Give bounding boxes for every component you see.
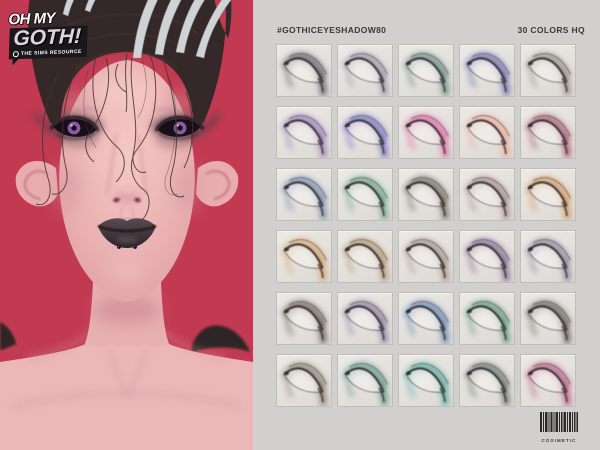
swatch-3 (398, 44, 454, 97)
swatch-6 (276, 106, 332, 159)
eyeshadow-swatch-art (277, 355, 331, 406)
swatch-12 (337, 168, 393, 221)
eyeshadow-swatch-art (399, 45, 453, 96)
eyeshadow-swatch-art (399, 107, 453, 158)
eyeshadow-swatch-art (338, 107, 392, 158)
swatch-27 (337, 354, 393, 407)
swatch-19 (459, 230, 515, 283)
swatch-20 (520, 230, 576, 283)
tsr-logo-icon (13, 51, 19, 57)
eyeshadow-swatch-art (460, 45, 514, 96)
eyeshadow-swatch-art (399, 293, 453, 344)
logo-line2: GOTH! (13, 26, 83, 50)
swatch-23 (398, 292, 454, 345)
eyeshadow-swatch-art (460, 293, 514, 344)
swatch-7 (337, 106, 393, 159)
swatch-21 (276, 292, 332, 345)
eyeshadow-swatch-art (338, 355, 392, 406)
swatch-2 (337, 44, 393, 97)
swatch-24 (459, 292, 515, 345)
eyeshadow-swatch-art (460, 107, 514, 158)
swatch-grid (276, 44, 576, 407)
swatch-1 (276, 44, 332, 97)
eyeshadow-swatch-art (338, 45, 392, 96)
swatch-30 (520, 354, 576, 407)
logo-badge: GOTH! THE SIMS RESOURCE (9, 26, 88, 60)
swatch-29 (459, 354, 515, 407)
eyeshadow-swatch-art (277, 45, 331, 96)
eyeshadow-swatch-art (338, 169, 392, 220)
eyeshadow-swatch-art (399, 231, 453, 282)
eyeshadow-swatch-art (521, 293, 575, 344)
eyeshadow-swatch-art (277, 107, 331, 158)
eyeshadow-swatch-art (399, 355, 453, 406)
logo-tagline: THE SIMS RESOURCE (13, 49, 82, 57)
swatch-25 (520, 292, 576, 345)
eyeshadow-swatch-art (338, 231, 392, 282)
logo-tagline-text: THE SIMS RESOURCE (21, 49, 82, 57)
swatch-5 (520, 44, 576, 97)
eyeshadow-swatch-art (521, 45, 575, 96)
swatch-13 (398, 168, 454, 221)
swatch-28 (398, 354, 454, 407)
eyeshadow-swatch-art (521, 231, 575, 282)
eyeshadow-swatch-art (277, 293, 331, 344)
colors-count-label: 30 COLORS HQ (518, 25, 586, 35)
swatch-11 (276, 168, 332, 221)
swatch-22 (337, 292, 393, 345)
swatch-14 (459, 168, 515, 221)
barcode-label: COSIMETIC (539, 438, 579, 443)
swatch-10 (520, 106, 576, 159)
promo-image: OH MY GOTH! THE SIMS RESOURCE #GOTHICEYE… (0, 0, 600, 450)
swatch-16 (276, 230, 332, 283)
eyeshadow-swatch-art (460, 231, 514, 282)
oh-my-goth-logo: OH MY GOTH! THE SIMS RESOURCE (8, 10, 90, 63)
swatch-17 (337, 230, 393, 283)
swatch-26 (276, 354, 332, 407)
eyeshadow-swatch-art (460, 169, 514, 220)
barcode-icon (540, 412, 578, 432)
portrait-panel: OH MY GOTH! THE SIMS RESOURCE (0, 0, 253, 450)
swatch-9 (459, 106, 515, 159)
product-hashtag: #GOTHICEYESHADOW80 (277, 25, 386, 35)
swatch-8 (398, 106, 454, 159)
eyeshadow-swatch-art (521, 169, 575, 220)
swatch-4 (459, 44, 515, 97)
barcode-block: COSIMETIC (539, 412, 579, 443)
eyeshadow-swatch-art (338, 293, 392, 344)
eyeshadow-swatch-art (521, 107, 575, 158)
eyeshadow-swatch-art (399, 169, 453, 220)
swatch-15 (520, 168, 576, 221)
eyeshadow-swatch-art (277, 169, 331, 220)
eyeshadow-swatch-art (277, 231, 331, 282)
eyeshadow-swatch-art (460, 355, 514, 406)
goth-model-portrait (0, 0, 253, 450)
eyeshadow-swatch-art (521, 355, 575, 406)
swatch-18 (398, 230, 454, 283)
